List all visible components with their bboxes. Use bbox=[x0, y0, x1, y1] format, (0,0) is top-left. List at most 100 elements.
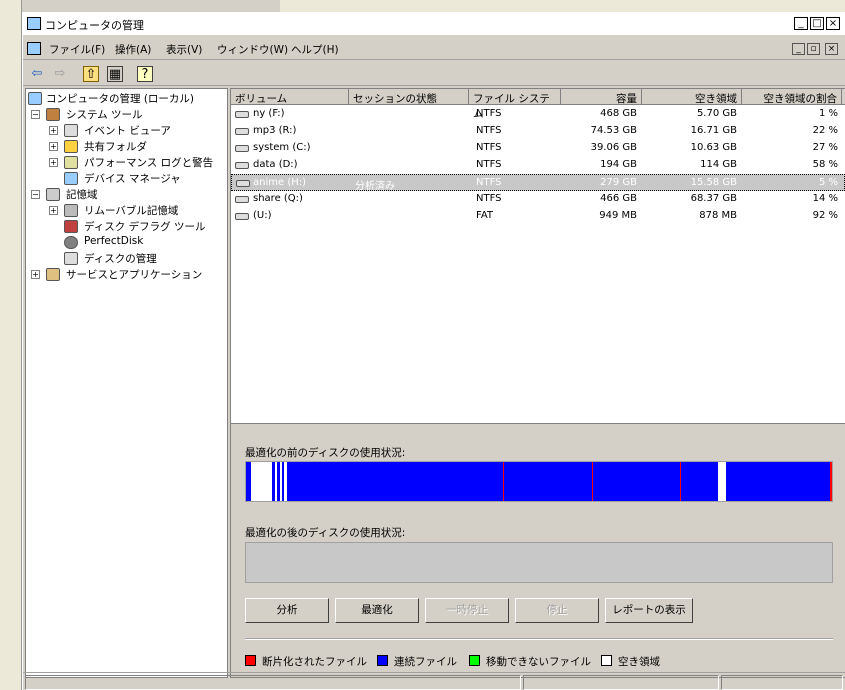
volume-capacity: 949 MB bbox=[599, 210, 637, 221]
tree-item-removable-storage[interactable]: + リムーバブル記憶域 bbox=[28, 203, 218, 218]
mdi-minimize-button[interactable]: _ bbox=[792, 43, 805, 55]
drive-icon bbox=[236, 180, 250, 187]
tree-item-system-tools[interactable]: − システム ツール bbox=[28, 107, 218, 122]
volume-fs: NTFS bbox=[476, 177, 502, 188]
volume-capacity: 468 GB bbox=[600, 108, 637, 119]
disk-management-icon bbox=[64, 252, 78, 265]
stop-button[interactable]: 停止 bbox=[515, 598, 599, 623]
perfectdisk-icon bbox=[64, 236, 78, 249]
status-bar bbox=[23, 672, 845, 690]
expand-icon[interactable]: + bbox=[49, 158, 58, 167]
tree-item-performance-logs[interactable]: + パフォーマンス ログと警告 bbox=[28, 155, 226, 170]
fragmented-swatch bbox=[245, 655, 256, 666]
toolbox-icon bbox=[46, 108, 60, 121]
menu-help[interactable]: ヘルプ(H) bbox=[291, 42, 339, 57]
analyze-button[interactable]: 分析 bbox=[245, 598, 329, 623]
back-icon[interactable]: ⇦ bbox=[29, 66, 45, 82]
show-hide-tree-icon[interactable]: ▦ bbox=[107, 66, 123, 82]
mdi-restore-button[interactable]: ▫ bbox=[807, 43, 820, 55]
tree-item-disk-defragmenter[interactable]: ディスク デフラグ ツール bbox=[28, 219, 218, 234]
up-folder-icon[interactable]: ⇧ bbox=[83, 66, 99, 82]
volume-capacity: 74.53 GB bbox=[590, 125, 637, 136]
volume-list-header: ボリューム セッションの状態 ファイル システム 容量 空き領域 空き領域の割合 bbox=[231, 89, 845, 120]
menu-window[interactable]: ウィンドウ(W) bbox=[217, 42, 288, 57]
column-volume[interactable]: ボリューム bbox=[231, 89, 349, 105]
menu-action[interactable]: 操作(A) bbox=[115, 42, 151, 57]
tree-item-event-viewer[interactable]: + イベント ビューア bbox=[28, 123, 218, 138]
tree-item-disk-management[interactable]: ディスクの管理 bbox=[28, 251, 218, 266]
volume-name: share (Q:) bbox=[253, 193, 303, 204]
tree-item-device-manager[interactable]: デバイス マネージャ bbox=[28, 171, 218, 186]
volume-capacity: 39.06 GB bbox=[590, 142, 637, 153]
free-segment bbox=[718, 462, 726, 501]
help-icon[interactable]: ? bbox=[137, 66, 153, 82]
volume-pct: 92 % bbox=[812, 210, 838, 221]
volume-row[interactable]: data (D:) NTFS 194 GB 114 GB 58 % bbox=[231, 157, 845, 174]
shared-folder-icon bbox=[64, 140, 78, 153]
console-tree: コンピュータの管理 (ローカル) − システム ツール + イベント ビューア … bbox=[25, 88, 228, 678]
column-file-system[interactable]: ファイル システム bbox=[469, 89, 561, 120]
drive-icon bbox=[235, 145, 249, 152]
drive-icon bbox=[235, 196, 249, 203]
volume-session: 分析済み bbox=[355, 181, 395, 192]
column-capacity[interactable]: 容量 bbox=[561, 89, 642, 105]
tree-item-storage[interactable]: − 記憶域 bbox=[28, 187, 218, 202]
after-usage-label: 最適化の後のディスクの使用状況: bbox=[245, 527, 406, 539]
volume-pct: 1 % bbox=[818, 108, 838, 119]
collapse-icon[interactable]: − bbox=[31, 190, 40, 199]
column-free-space[interactable]: 空き領域 bbox=[642, 89, 742, 105]
defrag-icon bbox=[64, 220, 78, 233]
collapse-icon[interactable]: − bbox=[31, 110, 40, 119]
status-panel bbox=[721, 675, 843, 690]
volume-pct: 58 % bbox=[812, 159, 838, 170]
tree-item-services-apps[interactable]: + サービスとアプリケーション bbox=[28, 267, 226, 282]
device-manager-icon bbox=[64, 172, 78, 185]
volume-free: 5.70 GB bbox=[696, 108, 737, 119]
menu-view[interactable]: 表示(V) bbox=[166, 42, 202, 57]
volume-free: 15.58 GB bbox=[690, 177, 737, 188]
defrag-panel: 最適化の前のディスクの使用状況: 最適化の後のディスクの使用状況: 分析 最適化… bbox=[231, 423, 845, 677]
fragmented-segment bbox=[830, 462, 832, 501]
expand-icon[interactable]: + bbox=[49, 206, 58, 215]
expand-icon[interactable]: + bbox=[49, 142, 58, 151]
volume-row[interactable]: share (Q:) NTFS 466 GB 68.37 GB 14 % bbox=[231, 191, 845, 208]
volume-name: system (C:) bbox=[253, 142, 311, 153]
pause-button[interactable]: 一時停止 bbox=[425, 598, 509, 623]
column-percent-free[interactable]: 空き領域の割合 bbox=[742, 89, 842, 105]
expand-icon[interactable]: + bbox=[31, 270, 40, 279]
column-session-status[interactable]: セッションの状態 bbox=[349, 89, 469, 105]
volume-capacity: 194 GB bbox=[600, 159, 637, 170]
volume-row[interactable]: (U:) FAT 949 MB 878 MB 92 % bbox=[231, 208, 845, 225]
view-report-button[interactable]: レポートの表示 bbox=[605, 598, 693, 623]
maximize-button[interactable]: □ bbox=[810, 17, 824, 30]
free-segment bbox=[251, 462, 272, 501]
volume-row[interactable]: mp3 (R:) NTFS 74.53 GB 16.71 GB 22 % bbox=[231, 123, 845, 140]
volume-name: (U:) bbox=[253, 210, 272, 221]
volume-row[interactable]: system (C:) NTFS 39.06 GB 10.63 GB 27 % bbox=[231, 140, 845, 157]
volume-fs: NTFS bbox=[476, 108, 502, 119]
document-icon[interactable] bbox=[27, 42, 41, 55]
close-button[interactable]: × bbox=[826, 17, 840, 30]
mdi-close-button[interactable]: × bbox=[825, 43, 838, 55]
unmovable-swatch bbox=[469, 655, 480, 666]
separator bbox=[245, 638, 833, 640]
volume-row-selected[interactable]: anime (H:) 分析済み NTFS 279 GB 15.58 GB 5 % bbox=[231, 174, 845, 192]
title-bar: コンピュータの管理 _ □ × bbox=[23, 12, 845, 36]
tree-item-shared-folders[interactable]: + 共有フォルダ bbox=[28, 139, 218, 154]
minimize-button[interactable]: _ bbox=[794, 17, 808, 30]
contiguous-segment bbox=[681, 462, 718, 501]
tree-item-perfectdisk[interactable]: PerfectDisk bbox=[28, 235, 218, 250]
volume-fs: FAT bbox=[476, 210, 494, 221]
forward-icon[interactable]: ⇨ bbox=[52, 66, 68, 82]
drive-icon bbox=[235, 128, 249, 135]
volume-name: mp3 (R:) bbox=[253, 125, 297, 136]
volume-row[interactable]: ny (F:) NTFS 468 GB 5.70 GB 1 % bbox=[231, 106, 845, 123]
contiguous-segment bbox=[593, 462, 680, 501]
volume-fs: NTFS bbox=[476, 159, 502, 170]
expand-icon[interactable]: + bbox=[49, 126, 58, 135]
status-panel bbox=[25, 675, 521, 690]
menu-file[interactable]: ファイル(F) bbox=[49, 42, 105, 57]
window-title: コンピュータの管理 bbox=[45, 19, 144, 32]
defragment-button[interactable]: 最適化 bbox=[335, 598, 419, 623]
computer-management-window: コンピュータの管理 _ □ × ファイル(F) 操作(A) 表示(V) ウィンド… bbox=[22, 12, 845, 690]
